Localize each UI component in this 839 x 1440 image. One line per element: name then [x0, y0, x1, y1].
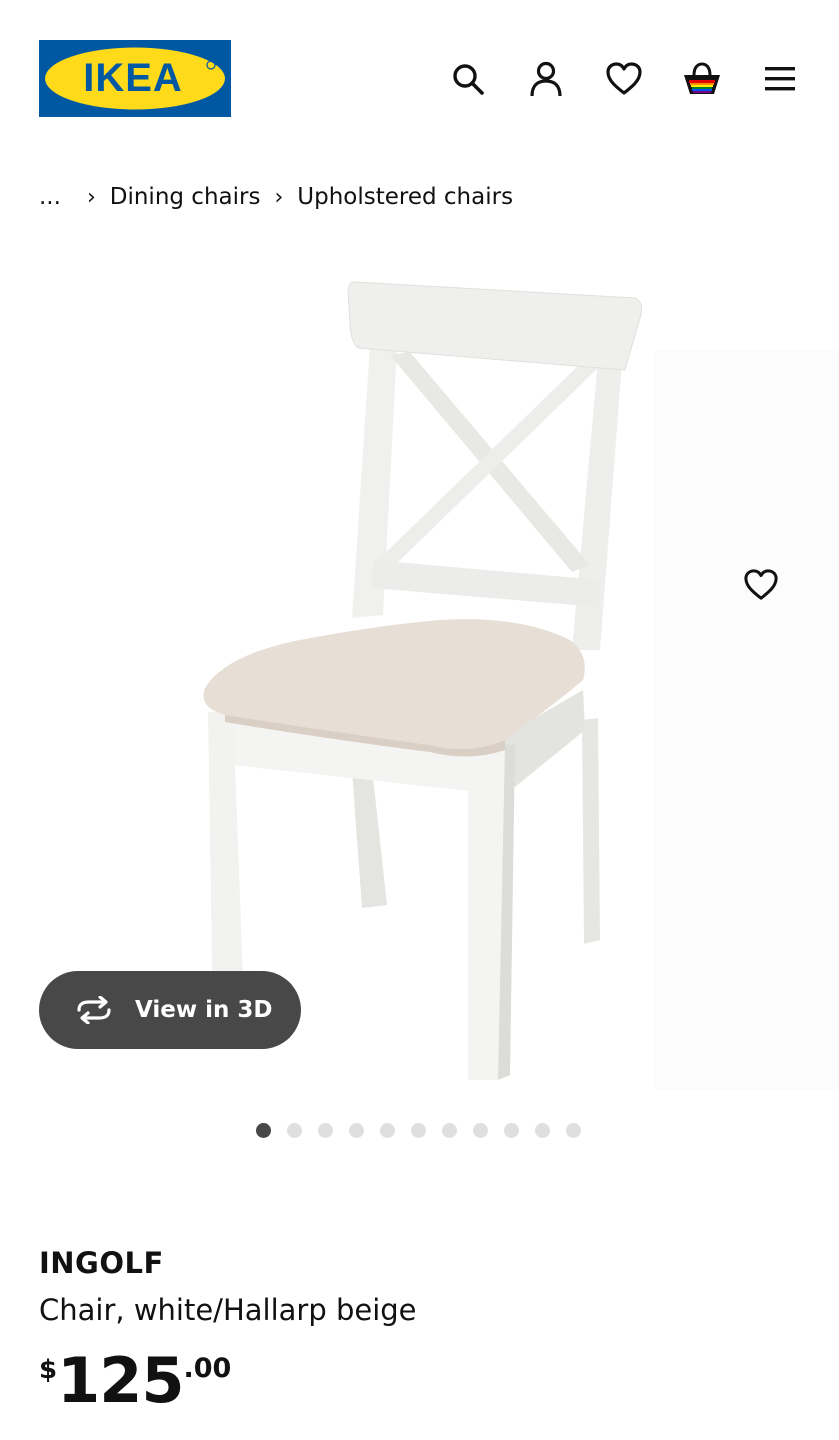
price-currency: $: [39, 1355, 58, 1385]
carousel-dot[interactable]: [287, 1123, 302, 1138]
carousel-dot[interactable]: [411, 1123, 426, 1138]
chevron-right-icon: ›: [274, 184, 284, 210]
breadcrumb-upholstered-chairs[interactable]: Upholstered chairs: [297, 184, 513, 210]
ikea-logo[interactable]: IKEA: [39, 40, 231, 117]
carousel-dot[interactable]: [504, 1123, 519, 1138]
product-price: $ 125 .00: [39, 1345, 231, 1417]
carousel-dot[interactable]: [256, 1123, 271, 1138]
product-description: Chair, white/Hallarp beige: [39, 1293, 417, 1327]
favorites-icon[interactable]: [602, 57, 646, 101]
add-to-favorites-button[interactable]: [738, 563, 784, 607]
breadcrumb-ellipsis[interactable]: ...: [39, 184, 61, 210]
price-decimal: .00: [183, 1353, 232, 1384]
heart-icon: [744, 569, 778, 600]
view-in-3d-button[interactable]: View in 3D: [39, 971, 301, 1049]
breadcrumb: ... › Dining chairs › Upholstered chairs: [39, 181, 513, 213]
chevron-right-icon: ›: [86, 184, 96, 210]
carousel-dot[interactable]: [535, 1123, 550, 1138]
product-name: INGOLF: [39, 1246, 164, 1280]
cart-icon[interactable]: [680, 57, 724, 101]
carousel-dot[interactable]: [442, 1123, 457, 1138]
search-icon[interactable]: [446, 57, 490, 101]
carousel-dot[interactable]: [318, 1123, 333, 1138]
carousel-dot[interactable]: [473, 1123, 488, 1138]
carousel-dot[interactable]: [349, 1123, 364, 1138]
account-icon[interactable]: [524, 57, 568, 101]
rotate-3d-icon: [77, 996, 111, 1024]
carousel-dots: [256, 1123, 597, 1138]
price-integer: 125: [57, 1344, 184, 1417]
view-in-3d-label: View in 3D: [135, 997, 273, 1023]
menu-icon[interactable]: [758, 57, 802, 101]
logo-text: IKEA: [83, 56, 183, 100]
carousel-dot[interactable]: [566, 1123, 581, 1138]
carousel-dot[interactable]: [380, 1123, 395, 1138]
breadcrumb-dining-chairs[interactable]: Dining chairs: [110, 184, 261, 210]
